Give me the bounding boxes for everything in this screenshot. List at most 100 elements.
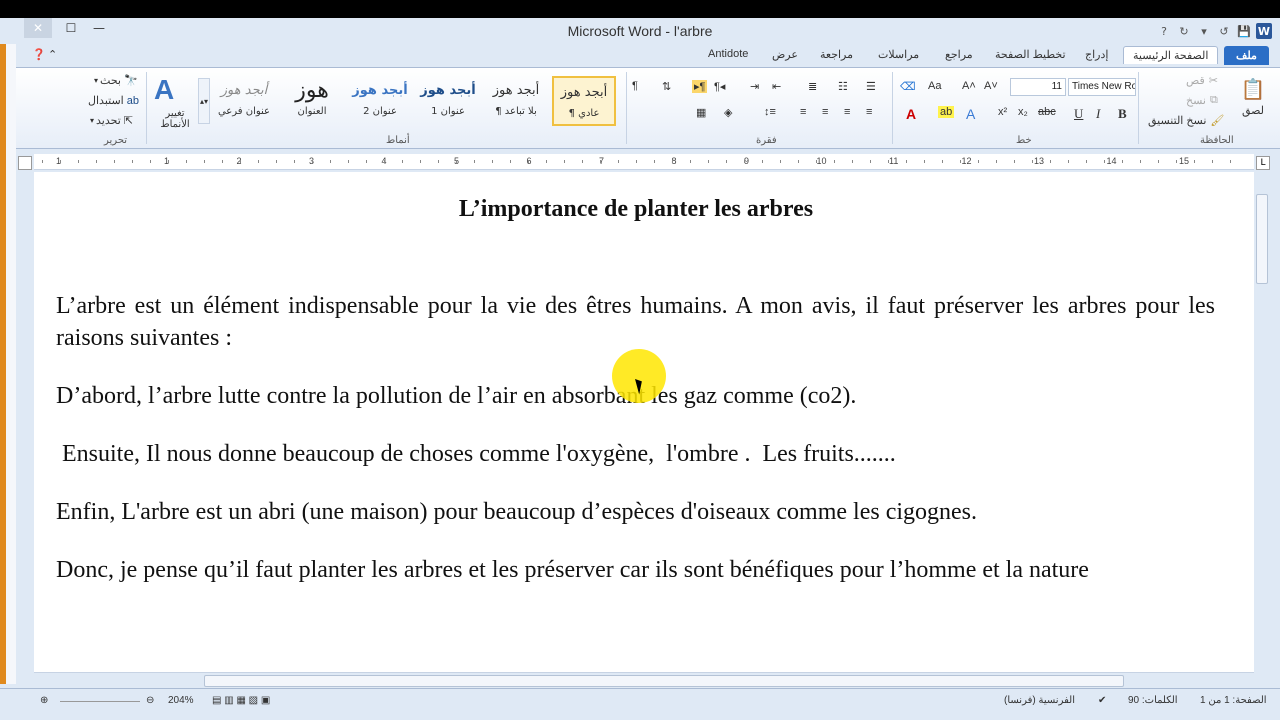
grow-font-icon[interactable]: A˄ — [962, 80, 976, 92]
style-title[interactable]: هوز العنوان — [280, 76, 344, 126]
highlight-icon[interactable]: ab — [938, 106, 955, 118]
show-marks-icon[interactable]: ¶ — [632, 80, 638, 92]
ruler-tick — [312, 160, 313, 163]
ruler-tick — [1194, 160, 1195, 163]
zoom-out-icon[interactable]: ⊖ — [146, 695, 154, 706]
style-subtitle[interactable]: أبجد هوز عنوان فرعي — [212, 76, 276, 126]
tab-insert[interactable]: إدراج — [1085, 48, 1108, 61]
ruler-tick — [1230, 160, 1231, 163]
bullets-icon[interactable]: ☰ — [866, 80, 876, 93]
superscript-icon[interactable]: x² — [998, 106, 1007, 118]
vertical-scrollbar[interactable] — [1254, 172, 1270, 672]
document-page[interactable]: L’importance de planter les arbres L’arb… — [56, 172, 1216, 672]
cut-button[interactable]: قص ✂ — [1186, 74, 1218, 87]
borders-icon[interactable]: ▦ — [696, 106, 706, 119]
align-left-icon[interactable]: ≡ — [800, 106, 806, 118]
proofing-icon[interactable]: ✔ — [1098, 695, 1106, 706]
shrink-font-icon[interactable]: A˅ — [984, 80, 998, 92]
ruler-tick — [60, 160, 61, 163]
page-count[interactable]: الصفحة: 1 من 1 — [1200, 695, 1267, 706]
align-right-icon[interactable]: ≡ — [844, 106, 850, 118]
save-icon[interactable]: 💾 — [1236, 23, 1252, 39]
change-styles-button[interactable]: تغيير الأنماط — [154, 108, 196, 130]
paste-button[interactable]: لصق — [1238, 104, 1268, 117]
copy-button[interactable]: نسخ ⧉ — [1186, 94, 1218, 107]
ruler-tick — [798, 160, 799, 163]
help-icon[interactable]: ? — [1156, 23, 1172, 39]
rtl-icon[interactable]: ¶◂ — [714, 80, 725, 93]
zoom-in-icon[interactable]: ⊕ — [40, 695, 48, 706]
tab-selector-icon[interactable]: L — [1256, 156, 1270, 170]
paragraph-intro: L’arbre est un élément indispensable pou… — [56, 293, 1215, 351]
customize-icon[interactable]: ▾ — [1196, 23, 1212, 39]
zoom-level[interactable]: 204% — [168, 695, 194, 706]
word-count[interactable]: الكلمات: 90 — [1128, 695, 1178, 706]
clear-format-icon[interactable]: ⌫ — [900, 80, 916, 93]
ruler-tick — [384, 160, 385, 163]
change-styles-icon[interactable]: A — [154, 74, 174, 106]
undo-icon[interactable]: ↺ — [1216, 23, 1232, 39]
strikethrough-icon[interactable]: abc — [1038, 106, 1056, 118]
sort-icon[interactable]: ⇅ — [662, 80, 671, 93]
change-case-button[interactable]: Aa — [928, 80, 941, 92]
tab-references[interactable]: مراجع — [945, 48, 973, 61]
increase-indent-icon[interactable]: ⇥ — [750, 80, 759, 93]
find-button[interactable]: ▾ بحث 🔭 — [94, 74, 138, 87]
select-label: تحديد — [96, 115, 121, 127]
font-size-select[interactable]: 11 — [1010, 78, 1066, 96]
ruler-tick — [546, 160, 547, 163]
ruler-tick — [168, 160, 169, 163]
style-no-spacing[interactable]: أبجد هوز ¶ بلا تباعد — [484, 76, 548, 126]
paste-icon[interactable]: 📋 — [1238, 76, 1268, 102]
language-indicator[interactable]: الفرنسية (فرنسا) — [1004, 695, 1075, 706]
ruler-number: 10 — [816, 156, 827, 166]
tab-mailings[interactable]: مراسلات — [878, 48, 919, 61]
view-buttons-icon[interactable]: ▤ ▥ ▦ ▧ ▣ — [212, 695, 270, 706]
brush-icon: 🖌 — [1210, 115, 1225, 127]
word-window: ✕ ☐ — Microsoft Word - l'arbre ? ↻ ▾ ↺ 💾… — [0, 0, 1280, 720]
italic-icon[interactable]: I — [1096, 106, 1100, 122]
tab-page-layout[interactable]: تخطيط الصفحة — [995, 48, 1066, 61]
shading-icon[interactable]: ◈ — [724, 106, 732, 119]
zoom-slider[interactable] — [60, 701, 140, 702]
ruler-tick — [42, 160, 43, 163]
horizontal-scroll-thumb[interactable] — [204, 675, 1124, 687]
decrease-indent-icon[interactable]: ⇤ — [772, 80, 781, 93]
align-center-icon[interactable]: ≡ — [822, 106, 828, 118]
style-heading-1[interactable]: أبجد هوز عنوان 1 — [416, 76, 480, 126]
tab-file[interactable]: ملف — [1224, 46, 1269, 65]
text-effects-icon[interactable]: A — [966, 106, 975, 122]
style-name: ¶ بلا تباعد — [495, 106, 537, 117]
font-name-select[interactable]: Times New Ro — [1068, 78, 1136, 96]
ribbon-minimize-icon[interactable]: ⌃ — [48, 48, 57, 61]
ruler-toggle-icon[interactable] — [18, 156, 32, 170]
ruler-tick — [888, 160, 889, 163]
ltr-icon[interactable]: ▸¶ — [692, 80, 708, 93]
ruler-tick — [726, 160, 727, 163]
tab-home[interactable]: الصفحة الرئيسية — [1123, 46, 1219, 64]
line-spacing-icon[interactable]: ↕≡ — [764, 106, 776, 118]
scissors-icon: ✂ — [1208, 75, 1218, 87]
styles-scroll-icon[interactable]: ▴▾ — [198, 78, 210, 124]
ruler-tick — [672, 160, 673, 163]
format-painter-button[interactable]: نسخ التنسيق 🖌 — [1148, 114, 1224, 127]
tab-review[interactable]: مراجعة — [820, 48, 853, 61]
replace-button[interactable]: استبدال ab — [88, 94, 139, 108]
underline-icon[interactable]: U — [1074, 106, 1083, 122]
vertical-scroll-thumb[interactable] — [1256, 194, 1268, 284]
numbering-icon[interactable]: ☷ — [838, 80, 848, 93]
style-heading-2[interactable]: أبجد هوز عنوان 2 — [348, 76, 412, 126]
ruler-tick — [258, 160, 259, 163]
subscript-icon[interactable]: x₂ — [1018, 106, 1028, 118]
bold-icon[interactable]: B — [1118, 106, 1127, 122]
redo-icon[interactable]: ↻ — [1176, 23, 1192, 39]
horizontal-scrollbar[interactable] — [34, 672, 1254, 688]
select-button[interactable]: ▾ تحديد ⇱ — [90, 114, 133, 127]
style-normal[interactable]: أبجد هوز ¶ عادي — [552, 76, 616, 126]
tab-view[interactable]: عرض — [772, 48, 798, 61]
font-color-icon[interactable]: A — [906, 106, 916, 122]
justify-icon[interactable]: ≡ — [866, 106, 872, 118]
help-button[interactable]: ❓ — [32, 48, 46, 61]
multilevel-list-icon[interactable]: ≣ — [808, 80, 817, 93]
tab-antidote[interactable]: Antidote — [708, 48, 748, 60]
